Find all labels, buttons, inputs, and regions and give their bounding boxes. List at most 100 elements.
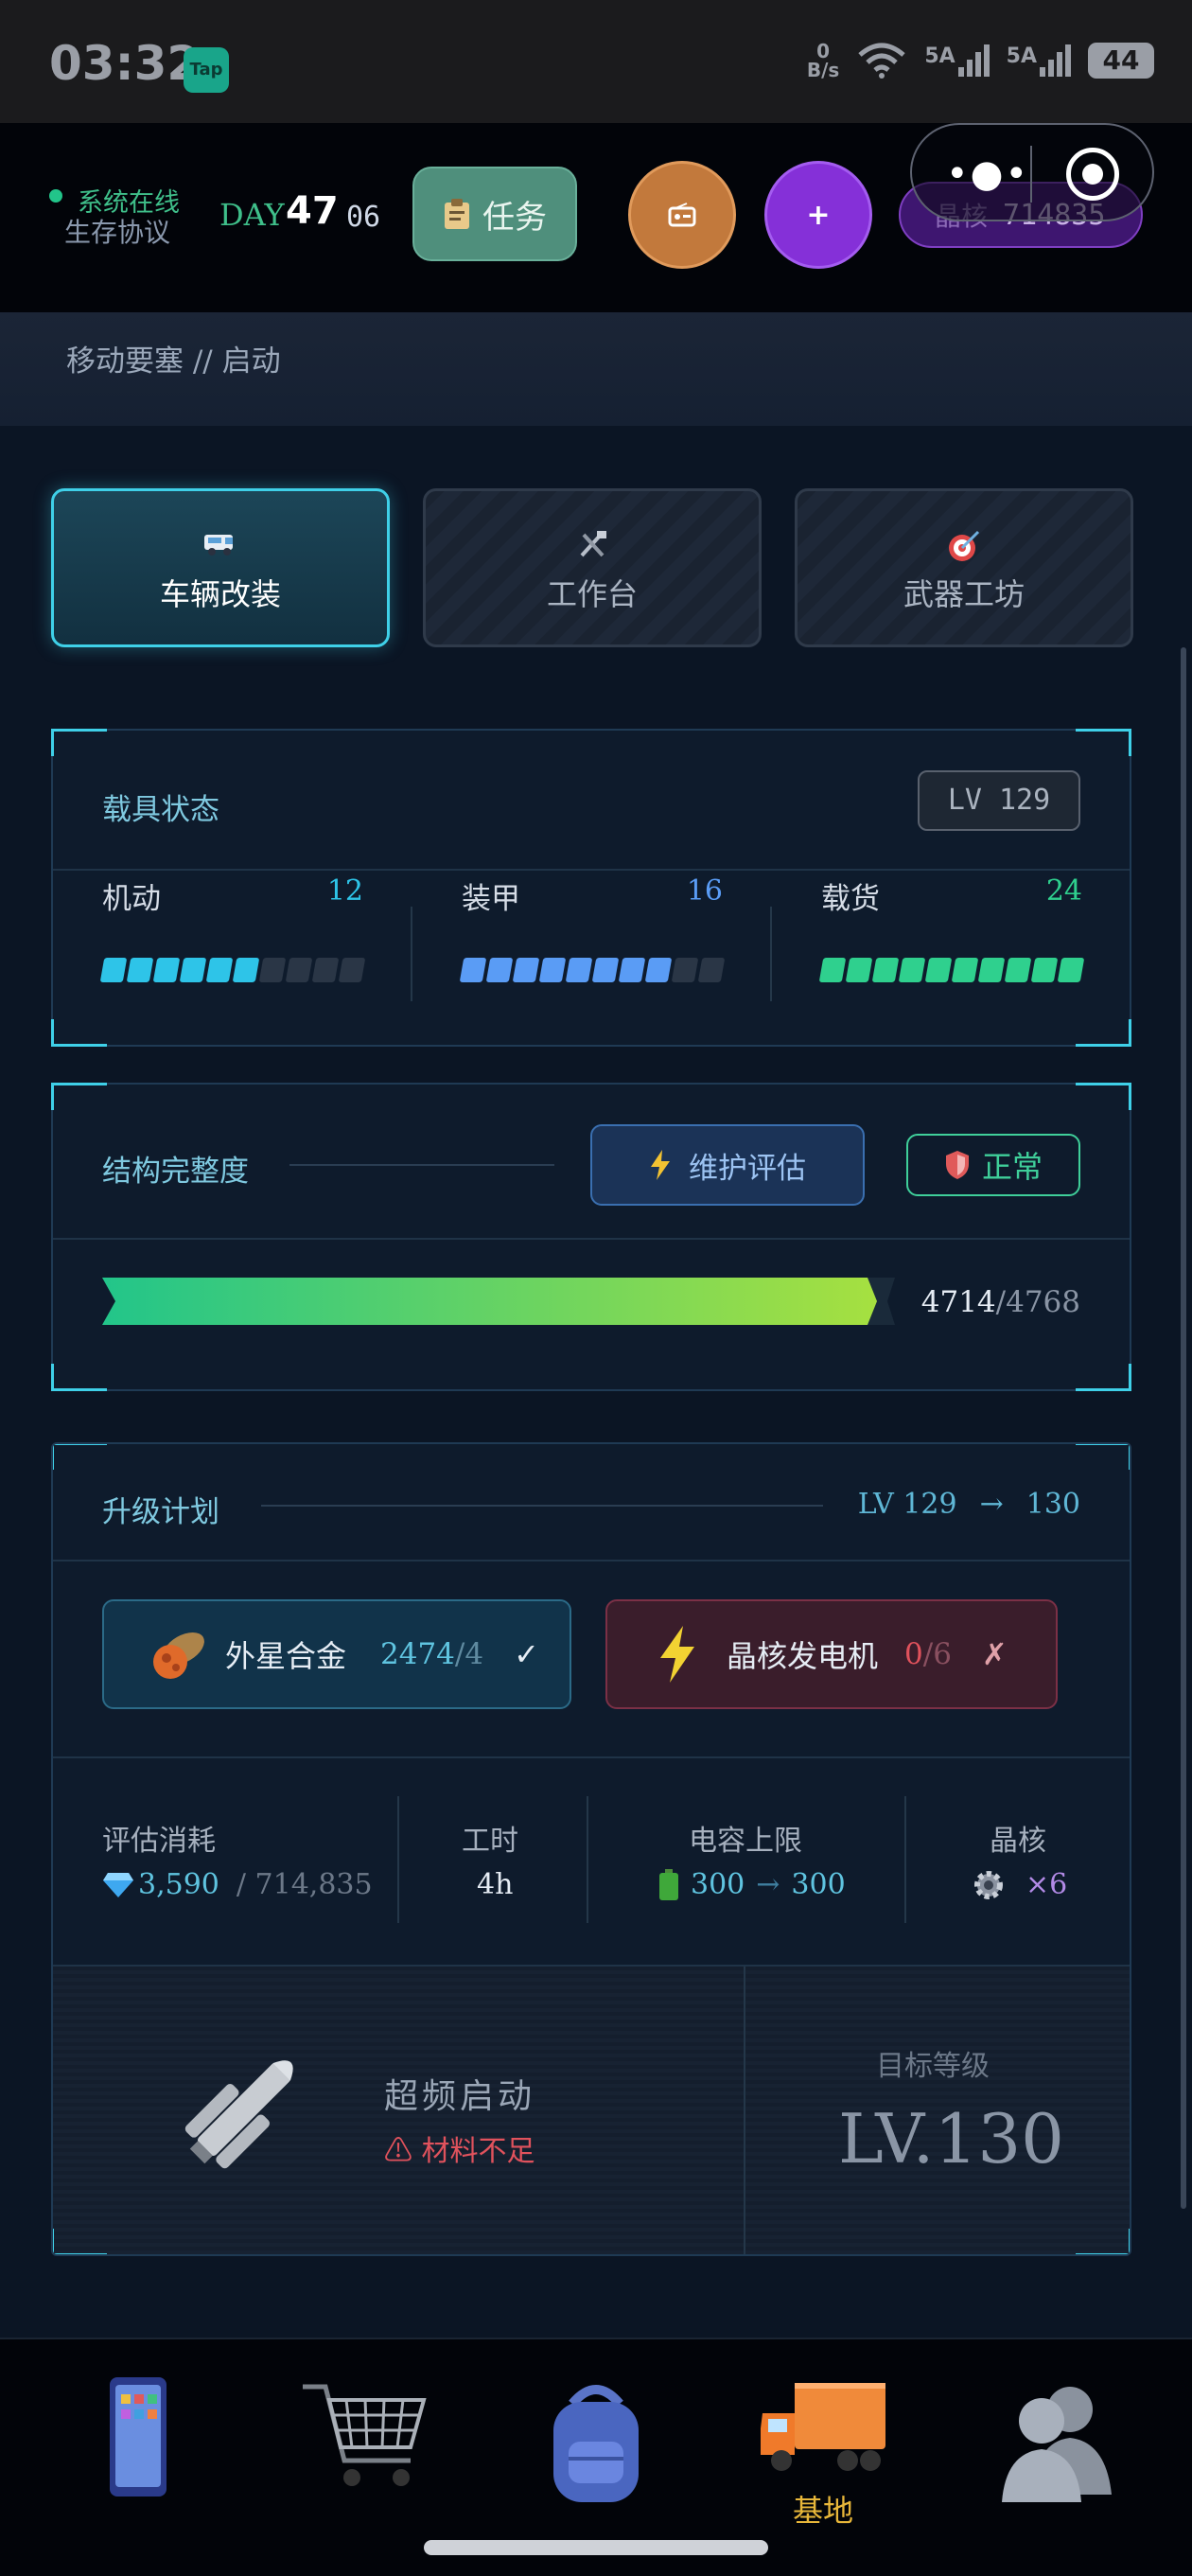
phone-icon — [110, 2377, 167, 2497]
backpack-icon — [553, 2385, 639, 2502]
cross-icon: ✗ — [981, 1636, 1008, 1672]
stat-segment — [99, 958, 128, 982]
stat-segment — [951, 958, 979, 982]
stat-segment — [644, 958, 673, 982]
nav-social[interactable] — [978, 2375, 1130, 2512]
stat-segment — [152, 958, 181, 982]
more-icon[interactable]: •●• — [946, 155, 1029, 193]
stat-segment — [565, 958, 593, 982]
stat-segment — [924, 958, 953, 982]
day-label: DAY — [219, 197, 285, 233]
nav-backpack[interactable] — [520, 2375, 672, 2512]
stat-segment — [485, 958, 514, 982]
target-icon — [798, 529, 1131, 563]
time-label: 工时 — [462, 1825, 518, 1858]
clipboard-icon — [445, 199, 469, 229]
signal-icon-1: 5A — [924, 44, 990, 77]
stat-segment — [538, 958, 567, 982]
target-level-label: 目标等级 — [876, 2050, 990, 2083]
requirement-core-generator: 晶核发电机 0/6 ✗ — [605, 1599, 1058, 1709]
stat-segment — [459, 958, 487, 982]
meteor-icon — [153, 1632, 204, 1679]
day-sub: 06 — [346, 201, 381, 234]
tab-vehicle-mod[interactable]: 车辆改装 — [51, 488, 390, 647]
stat-segment — [126, 958, 154, 982]
mini-program-capsule: •●• — [910, 123, 1154, 221]
shield-icon — [945, 1151, 969, 1179]
integrity-value: 4714/4768 — [920, 1285, 1080, 1319]
users-icon — [1002, 2387, 1112, 2502]
wifi-icon — [858, 43, 905, 79]
status-clock: 03:32 — [49, 36, 201, 91]
vehicle-status-card: 载具状态 LV 129 机动 12 装甲 16 载货 24 — [51, 729, 1131, 1047]
tools-icon — [426, 529, 759, 563]
diamond-icon — [103, 1872, 133, 1897]
tab-workbench[interactable]: 工作台 — [423, 488, 762, 647]
online-indicator-icon — [49, 189, 62, 203]
core-label: 晶核 — [990, 1825, 1046, 1858]
integrity-card: 结构完整度 维护评估 正常 4714/4768 — [51, 1083, 1131, 1391]
capacity-label: 电容上限 — [689, 1825, 802, 1858]
radio-button[interactable] — [628, 161, 736, 269]
nav-shop[interactable] — [289, 2375, 441, 2502]
status-icons: 0 B/s 5A 5A 44 — [807, 42, 1154, 79]
stat-mobility: 机动 12 — [99, 874, 366, 982]
lightning-icon — [651, 1150, 670, 1180]
stat-segment — [618, 958, 646, 982]
tap-app-badge: Tap — [184, 47, 229, 93]
task-button[interactable]: 任务 — [412, 167, 577, 261]
maintain-button[interactable]: 维护评估 — [590, 1124, 865, 1206]
stat-segment — [512, 958, 540, 982]
target-level-value: LV.130 — [838, 2099, 1064, 2179]
truck-icon — [761, 2383, 885, 2471]
requirement-alien-alloy: 外星合金 2474/4 ✓ — [102, 1599, 571, 1709]
stat-segment — [285, 958, 313, 982]
stat-segment — [232, 958, 260, 982]
stat-segment — [1004, 958, 1032, 982]
stat-segment — [671, 958, 699, 982]
stat-segment — [871, 958, 900, 982]
launch-warning: ⚠ 材料不足 — [384, 2135, 535, 2168]
tab-weapon-workshop[interactable]: 武器工坊 — [795, 488, 1133, 647]
stat-segment — [205, 958, 234, 982]
launch-panel[interactable]: 超频启动 ⚠ 材料不足 目标等级 LV.130 — [53, 1965, 1130, 2254]
stat-segment — [179, 958, 207, 982]
day-number: 47 — [286, 189, 339, 233]
integrity-bar-fill — [102, 1278, 877, 1325]
close-program-icon[interactable] — [1066, 148, 1119, 201]
van-icon — [54, 529, 387, 563]
capacity-value: 300 → 300 — [658, 1868, 846, 1901]
rocket-icon — [184, 2060, 293, 2169]
add-button[interactable]: + — [764, 161, 872, 269]
scrollbar[interactable] — [1181, 647, 1186, 2209]
nav-base[interactable]: 基地 — [747, 2375, 899, 2531]
stat-segment — [818, 958, 847, 982]
nav-phone[interactable] — [62, 2375, 214, 2502]
armor-bar — [459, 958, 726, 982]
estimate-label: 评估消耗 — [102, 1825, 216, 1858]
stat-cargo: 载货 24 — [818, 874, 1085, 982]
banner-subtitle: 移动要塞 // 启动 — [66, 344, 281, 379]
signal-icon-2: 5A — [1007, 44, 1071, 77]
home-indicator[interactable] — [424, 2540, 768, 2555]
time-value: 4h — [477, 1868, 514, 1901]
gear-icon — [974, 1870, 1003, 1899]
stat-segment — [591, 958, 620, 982]
arrow-right-icon: → — [979, 1488, 1004, 1521]
upgrade-card: 升级计划 LV 129 → 130 外星合金 2474/4 ✓ 晶核发电机 0/… — [51, 1442, 1131, 2256]
stat-segment — [697, 958, 726, 982]
stat-segment — [977, 958, 1006, 982]
upgrade-title: 升级计划 — [102, 1495, 219, 1529]
nav-base-label: 基地 — [792, 2493, 853, 2529]
stat-armor: 装甲 16 — [459, 874, 726, 982]
estimate-value: 3,590 / 714,835 — [102, 1868, 373, 1901]
core-value: ×6 — [973, 1868, 1067, 1901]
cargo-bar — [818, 958, 1085, 982]
battery-icon: 44 — [1088, 43, 1154, 79]
stat-segment — [1057, 958, 1085, 982]
protocol-label: 生存协议 — [64, 217, 171, 248]
mobility-bar — [99, 958, 366, 982]
integrity-title: 结构完整度 — [102, 1155, 249, 1189]
upgrade-levels: LV 129 → 130 — [857, 1488, 1080, 1521]
stat-segment — [1030, 958, 1059, 982]
